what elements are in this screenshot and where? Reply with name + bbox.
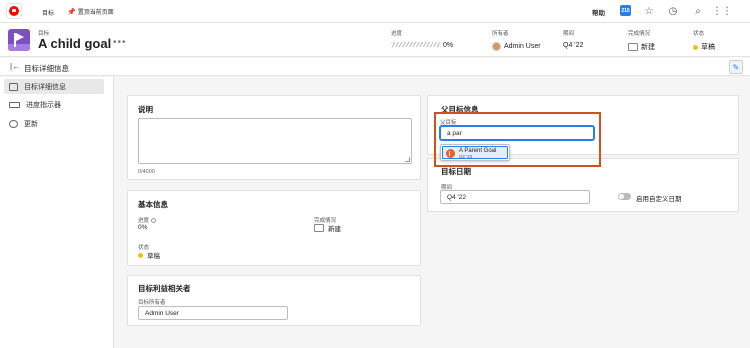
pin-icon: 📌 [67,8,76,16]
more-actions-icon[interactable]: ••• [113,37,127,48]
basic-progress-label: 进度 [138,216,157,224]
nav-goals-link[interactable]: 目标 [42,8,54,17]
period-value: Q4 '22 [563,42,584,49]
pencil-icon: ✎ [732,62,740,72]
period-field[interactable]: Q4 '22 [440,190,590,204]
details-subbar: |← 目标详细信息 ✎ [0,58,750,76]
sidebar-item-label: 进度指示器 [26,101,61,109]
status-text: 草稿 [701,44,715,51]
left-sidebar: 目标详细信息 进度指示器 更新 [0,77,114,348]
star-icon[interactable]: ☆ [643,5,655,17]
progress-bar [391,42,441,47]
app-logo[interactable] [6,3,22,19]
description-textarea[interactable] [138,118,412,164]
progress-value: 0% [443,42,454,49]
new-status-icon [628,43,638,51]
completion-text: 新建 [641,44,655,51]
new-status-icon [314,224,324,232]
highlight-box [434,112,601,167]
goal-flag-icon [8,29,30,51]
logo-icon [9,6,19,16]
details-icon [9,82,18,91]
page-title: A child goal [38,36,112,51]
goal-dates-title: 目标日期 [441,167,471,176]
sidebar-item-label: 更新 [24,120,38,128]
stakeholders-title: 目标利益相关者 [138,284,191,293]
sidebar-item-updates[interactable]: 更新 [4,116,104,131]
basic-completion-value: 新建 [314,223,341,233]
collapse-panel-icon[interactable]: |← [10,62,20,71]
status-label: 状态 [693,31,705,37]
avatar [492,42,501,51]
basic-status-value: 草稿 [138,250,160,260]
status-dot-icon [693,44,698,50]
sidebar-item-goal-details[interactable]: 目标详细信息 [4,79,104,94]
pin-page-button[interactable]: 📌 置顶当前页面 [67,7,114,17]
sidebar-item-label: 目标详细信息 [24,83,66,91]
section-title: 目标详细信息 [24,64,69,73]
basic-info-title: 基本信息 [138,200,168,209]
basic-completion-text: 新建 [328,226,341,233]
edit-button[interactable]: ✎ [729,60,743,74]
goal-header: 目标 A child goal ••• 进度 0% 所有者 Admin User… [0,23,750,57]
completion-value: 新建 [628,42,655,52]
character-counter: 0/4000 [138,169,155,175]
status-dot-icon [138,252,143,258]
basic-progress-value: 0% [138,224,148,231]
goal-owner-label: 目标所有者 [138,300,166,306]
search-icon[interactable]: ⌕ [692,5,704,17]
goal-owner-field[interactable]: Admin User [138,306,288,320]
sidebar-item-progress[interactable]: 进度指示器 [4,97,104,112]
owner-value[interactable]: Admin User [492,42,541,51]
description-card: 说明 0/4000 [127,95,421,180]
info-icon[interactable] [151,218,157,224]
basic-status-text: 草稿 [147,253,160,260]
custom-dates-label: 启用自定义日期 [636,196,682,203]
help-button[interactable]: 帮助 [592,7,605,17]
stakeholders-card: 目标利益相关者 目标所有者 Admin User [127,275,421,326]
basic-info-card: 基本信息 进度 0% 完成情况 新建 状态 草稿 [127,190,421,266]
period-label: 期间 [563,31,575,37]
progress-label: 进度 [391,31,403,37]
clock-icon[interactable]: ◷ [667,5,679,17]
comment-icon [9,119,18,128]
description-title: 说明 [138,105,153,114]
progress-indicator-icon [9,101,20,108]
owner-label: 所有者 [492,31,509,37]
notification-badge[interactable]: 215 [620,5,631,16]
custom-dates-toggle[interactable] [618,193,631,200]
owner-name: Admin User [504,43,541,50]
completion-label: 完成情况 [628,31,651,37]
apps-grid-icon[interactable]: ⋮⋮ [712,5,732,17]
status-value: 草稿 [693,42,715,52]
top-bar: 目标 📌 置顶当前页面 帮助 215 ☆ ◷ ⌕ ⋮⋮ [0,0,750,23]
pin-page-label: 置顶当前页面 [77,10,114,16]
